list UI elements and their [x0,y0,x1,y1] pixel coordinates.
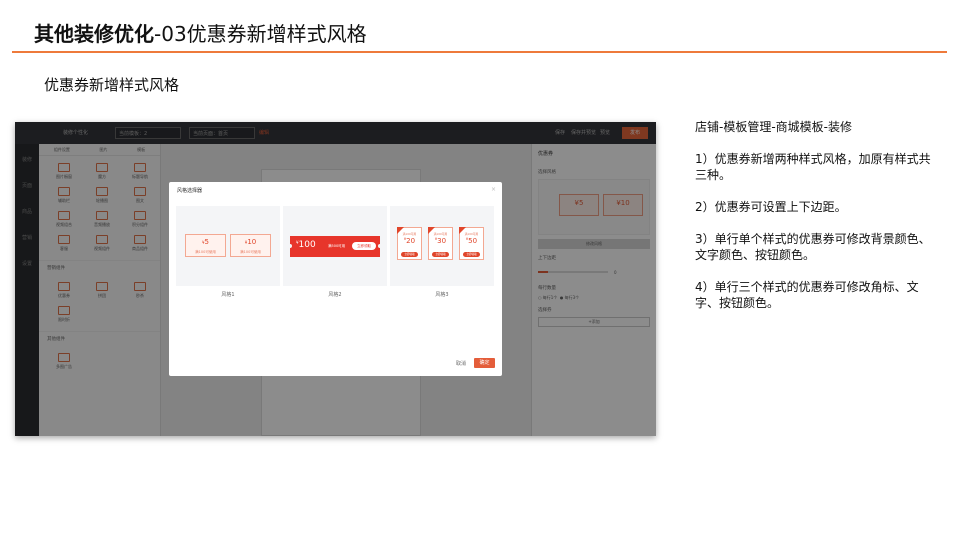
claim-button: 立即领取 [352,242,376,250]
style-label-2: 风格2 [328,292,342,298]
cancel-button[interactable]: 取消 [456,360,466,367]
page-subtitle: 优惠券新增样式风格 [44,76,180,94]
style-label-1: 风格1 [221,292,235,298]
coupon-card: ¥100 满500可用 立即领取 [288,236,382,257]
style-option-3[interactable]: 满100可用 ¥20 立即领取 满100可用 ¥30 立即领取 满100可用 ¥… [390,206,494,286]
note-item: 3）单行单个样式的优惠券可修改背景颜色、文字颜色、按钮颜色。 [695,232,931,262]
note-item: 2）优惠券可设置上下边距。 [695,200,847,214]
confirm-button[interactable]: 确定 [474,358,495,368]
note-item: 1）优惠券新增两种样式风格，加原有样式共三种。 [695,152,931,182]
page-title-rest: -03优惠券新增样式风格 [154,22,367,46]
page-title: 其他装修优化-03优惠券新增样式风格 [34,18,367,47]
page-title-bold: 其他装修优化 [34,22,154,46]
coupon-card: 满100可用 ¥20 立即领取 [397,227,422,260]
style-picker-modal: 风格选择器 × ¥5 满100可使用 ¥10 满100可使用 风格1 ¥100 … [169,182,502,376]
note-item: 4）单行三个样式的优惠券可修改角标、文字、按钮颜色。 [695,280,919,310]
coupon-card: ¥5 满100可使用 [185,234,226,257]
notes-panel: 店铺-模板管理-商城模板-装修 1）优惠券新增两种样式风格，加原有样式共三种。 … [695,119,935,327]
style-option-1[interactable]: ¥5 满100可使用 ¥10 满100可使用 [176,206,280,286]
close-icon[interactable]: × [491,186,496,193]
style-label-3: 风格3 [435,292,449,298]
coupon-card: 满100可用 ¥30 立即领取 [428,227,453,260]
slide: 其他装修优化-03优惠券新增样式风格 优惠券新增样式风格 装修个性化 当前模板：… [0,0,960,540]
coupon-card: 满100可用 ¥50 立即领取 [459,227,484,260]
style-option-2[interactable]: ¥100 满500可用 立即领取 [283,206,387,286]
title-divider [12,51,947,53]
modal-title: 风格选择器 [177,188,203,194]
editor-screenshot: 装修个性化 当前模板：2 当前页面：首页 编辑 保存 保存并预览 预览 发布 装… [15,122,656,436]
notes-path: 店铺-模板管理-商城模板-装修 [695,120,852,134]
coupon-card: ¥10 满100可使用 [230,234,271,257]
